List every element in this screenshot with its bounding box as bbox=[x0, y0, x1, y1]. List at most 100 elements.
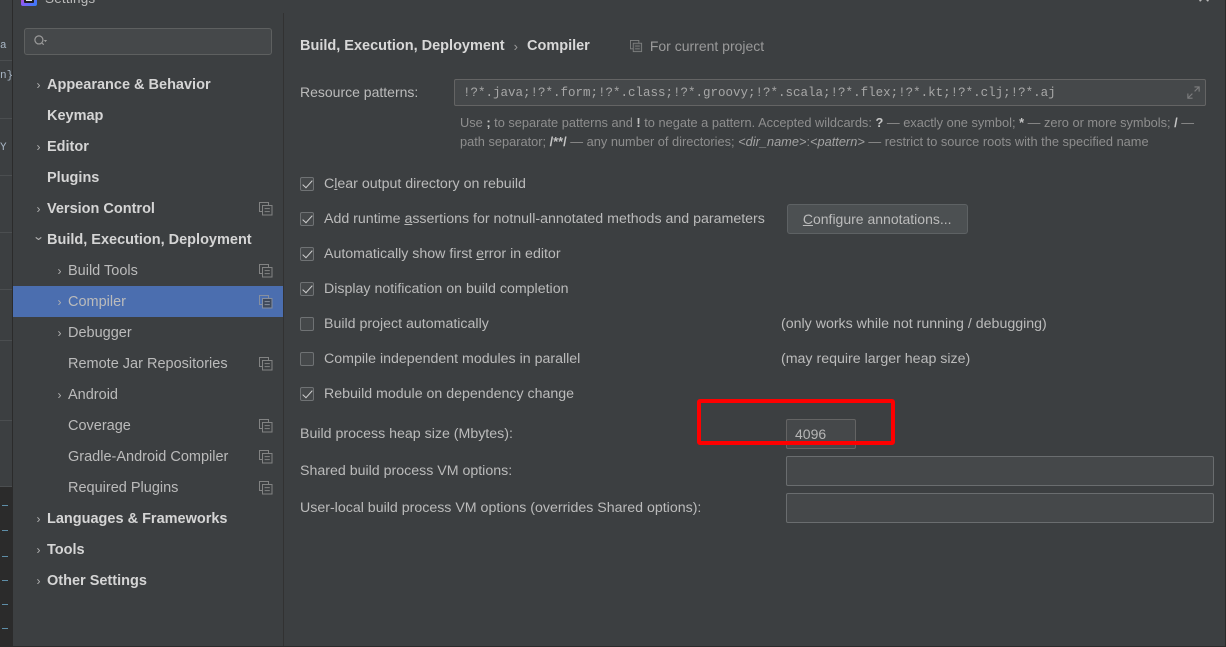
checkbox-label-part: Compile independent modules in parallel bbox=[324, 351, 581, 368]
field-row-user-local-build-process-vm-options-overrides: User-local build process VM options (ove… bbox=[300, 492, 1214, 523]
sidebar-item-build-execution-deployment[interactable]: ⌄ Build, Execution, Deployment bbox=[13, 224, 283, 255]
sidebar-item-languages-frameworks[interactable]: › Languages & Frameworks bbox=[13, 503, 283, 534]
settings-sidebar: › Appearance & Behavior Keymap › Editor Plugi… bbox=[13, 13, 284, 646]
copy-scope-icon bbox=[259, 263, 273, 278]
build-process-heap-size-field[interactable]: 4096 bbox=[786, 418, 856, 449]
chevron-right-icon[interactable]: › bbox=[51, 326, 68, 340]
compiler-fields-list: Build process heap size (Mbytes): 4096 Sha… bbox=[300, 418, 1214, 523]
checkbox-label[interactable]: Display notification on build completion bbox=[324, 281, 568, 297]
chevron-right-icon[interactable]: › bbox=[30, 202, 47, 216]
checkbox-row-add-runtime-assertions-for-notnull-annotat: Add runtime assertions for notnull-annot… bbox=[300, 204, 1207, 235]
chevron-right-icon[interactable]: › bbox=[51, 388, 68, 402]
sidebar-item-label: Build Tools bbox=[68, 262, 138, 279]
field-row-shared-build-process-vm-options: Shared build process VM options: bbox=[300, 455, 1214, 486]
chevron-right-icon[interactable]: › bbox=[30, 543, 47, 557]
checkbox-display-notification-on-build-completion[interactable] bbox=[300, 282, 314, 297]
chevron-right-icon[interactable]: › bbox=[30, 512, 47, 526]
sidebar-item-label: Build, Execution, Deployment bbox=[47, 231, 252, 248]
checkbox-label-part: C bbox=[324, 176, 335, 193]
sidebar-item-debugger[interactable]: › Debugger bbox=[13, 317, 283, 348]
user-local-vm-options-input[interactable] bbox=[786, 492, 1214, 523]
sidebar-item-build-tools[interactable]: › Build Tools bbox=[13, 255, 283, 286]
sidebar-item-label: Keymap bbox=[47, 107, 104, 124]
sidebar-item-label: Required Plugins bbox=[68, 479, 179, 496]
hint-globdir: /**/ bbox=[549, 134, 567, 150]
hint-pattern: <pattern> bbox=[810, 134, 865, 150]
checkbox-label-part: Build project automatically bbox=[324, 316, 489, 333]
configure-annotations-button[interactable]: Configure annotations... bbox=[786, 204, 968, 235]
copy-scope-icon bbox=[259, 201, 273, 216]
intellij-idea-icon bbox=[21, 0, 37, 6]
checkbox-row-clear-output-directory-on-rebuild: Clear output directory on rebuild bbox=[300, 174, 1207, 195]
sidebar-item-other-settings[interactable]: › Other Settings bbox=[13, 565, 283, 596]
sidebar-item-plugins[interactable]: Plugins bbox=[13, 162, 283, 193]
checkbox-rebuild-module-on-dependency-change[interactable] bbox=[300, 387, 314, 402]
dialog-titlebar: Settings ✕ bbox=[13, 0, 1225, 13]
sidebar-item-version-control[interactable]: › Version Control bbox=[13, 193, 283, 224]
expand-arrows-icon[interactable] bbox=[1186, 85, 1201, 100]
window-title: Settings bbox=[45, 0, 95, 6]
checkbox-label-mnemonic: e bbox=[476, 246, 485, 263]
sidebar-item-label: Appearance & Behavior bbox=[47, 76, 211, 93]
sidebar-item-keymap[interactable]: Keymap bbox=[13, 100, 283, 131]
chevron-right-icon[interactable]: › bbox=[51, 264, 68, 278]
sidebar-item-label: Android bbox=[68, 386, 118, 403]
checkbox-label-part: Display notification on build completion bbox=[324, 281, 569, 298]
background-ide-window: a n} Y bbox=[0, 0, 12, 647]
sidebar-item-coverage[interactable]: Coverage bbox=[13, 410, 283, 441]
checkbox-label-part: ear output directory on rebuild bbox=[337, 176, 526, 193]
close-icon[interactable]: ✕ bbox=[1193, 0, 1215, 9]
hint-text: to negate a pattern. Accepted wildcards: bbox=[640, 115, 876, 130]
sidebar-item-label: Languages & Frameworks bbox=[47, 510, 228, 527]
breadcrumb-parent[interactable]: Build, Execution, Deployment bbox=[300, 38, 505, 54]
checkbox-automatically-show-first-error-in-editor[interactable] bbox=[300, 247, 314, 262]
chevron-down-icon[interactable]: ⌄ bbox=[28, 229, 49, 243]
checkbox-note: (only works while not running / debuggin… bbox=[781, 316, 1047, 333]
hint-text: — exactly one symbol; bbox=[883, 115, 1020, 130]
field-label: Build process heap size (Mbytes): bbox=[300, 425, 513, 442]
checkbox-label[interactable]: Clear output directory on rebuild bbox=[324, 176, 526, 192]
checkbox-add-runtime-assertions-for-notnull-annotat[interactable] bbox=[300, 212, 314, 227]
sidebar-item-android[interactable]: › Android bbox=[13, 379, 283, 410]
compiler-settings-panel: Build, Execution, Deployment › Compiler … bbox=[284, 13, 1225, 646]
checkbox-label[interactable]: Add runtime assertions for notnull-annot… bbox=[324, 211, 765, 227]
sidebar-item-tools[interactable]: › Tools bbox=[13, 534, 283, 565]
copy-scope-icon bbox=[259, 449, 273, 464]
hint-text: to separate patterns and bbox=[490, 115, 637, 130]
chevron-right-icon[interactable]: › bbox=[30, 78, 47, 92]
sidebar-item-gradle-android-compiler[interactable]: Gradle-Android Compiler bbox=[13, 441, 283, 472]
search-input[interactable] bbox=[48, 33, 271, 50]
settings-dialog: Settings ✕ ›Appearance & BehaviorKeymap›… bbox=[12, 0, 1226, 647]
resource-patterns-field[interactable]: !?*.java;!?*.form;!?*.class;!?*.groovy;!… bbox=[454, 79, 1206, 106]
checkbox-row-compile-independent-modules-in-parallel: Compile independent modules in parallel (… bbox=[300, 349, 1207, 370]
checkbox-label[interactable]: Rebuild module on dependency change bbox=[324, 386, 574, 402]
shared-vm-options-input[interactable] bbox=[786, 455, 1214, 486]
checkbox-build-project-automatically[interactable] bbox=[300, 317, 314, 332]
checkbox-note: (may require larger heap size) bbox=[781, 351, 971, 368]
checkbox-compile-independent-modules-in-parallel[interactable] bbox=[300, 352, 314, 367]
checkbox-row-automatically-show-first-error-in-editor: Automatically show first error in editor bbox=[300, 244, 1207, 265]
sidebar-item-required-plugins[interactable]: Required Plugins bbox=[13, 472, 283, 503]
sidebar-item-compiler[interactable]: › Compiler bbox=[13, 286, 283, 317]
sidebar-item-editor[interactable]: › Editor bbox=[13, 131, 283, 162]
search-box[interactable] bbox=[24, 28, 272, 55]
checkbox-label[interactable]: Automatically show first error in editor bbox=[324, 246, 561, 262]
sidebar-item-appearance-behavior[interactable]: › Appearance & Behavior bbox=[13, 69, 283, 100]
chevron-right-icon[interactable]: › bbox=[30, 574, 47, 588]
sidebar-item-label: Tools bbox=[47, 541, 85, 558]
breadcrumb: Build, Execution, Deployment › Compiler … bbox=[300, 35, 1207, 57]
button-label-part: onfigure annotations... bbox=[812, 211, 952, 228]
copy-scope-icon bbox=[259, 356, 273, 371]
sidebar-item-label: Plugins bbox=[47, 169, 100, 186]
chevron-right-icon[interactable]: › bbox=[51, 295, 68, 309]
checkbox-label[interactable]: Compile independent modules in parallel bbox=[324, 351, 580, 367]
checkbox-label-part: rror in editor bbox=[484, 246, 561, 263]
sidebar-item-label: Other Settings bbox=[47, 572, 147, 589]
checkbox-label[interactable]: Build project automatically bbox=[324, 316, 489, 332]
chevron-right-icon[interactable]: › bbox=[30, 140, 47, 154]
sidebar-item-remote-jar-repositories[interactable]: Remote Jar Repositories bbox=[13, 348, 283, 379]
resource-patterns-label: Resource patterns: bbox=[300, 84, 419, 100]
checkbox-label-part: ssertions for notnull-annotated methods … bbox=[412, 211, 765, 228]
checkbox-clear-output-directory-on-rebuild[interactable] bbox=[300, 177, 314, 192]
copy-scope-icon bbox=[259, 418, 273, 433]
